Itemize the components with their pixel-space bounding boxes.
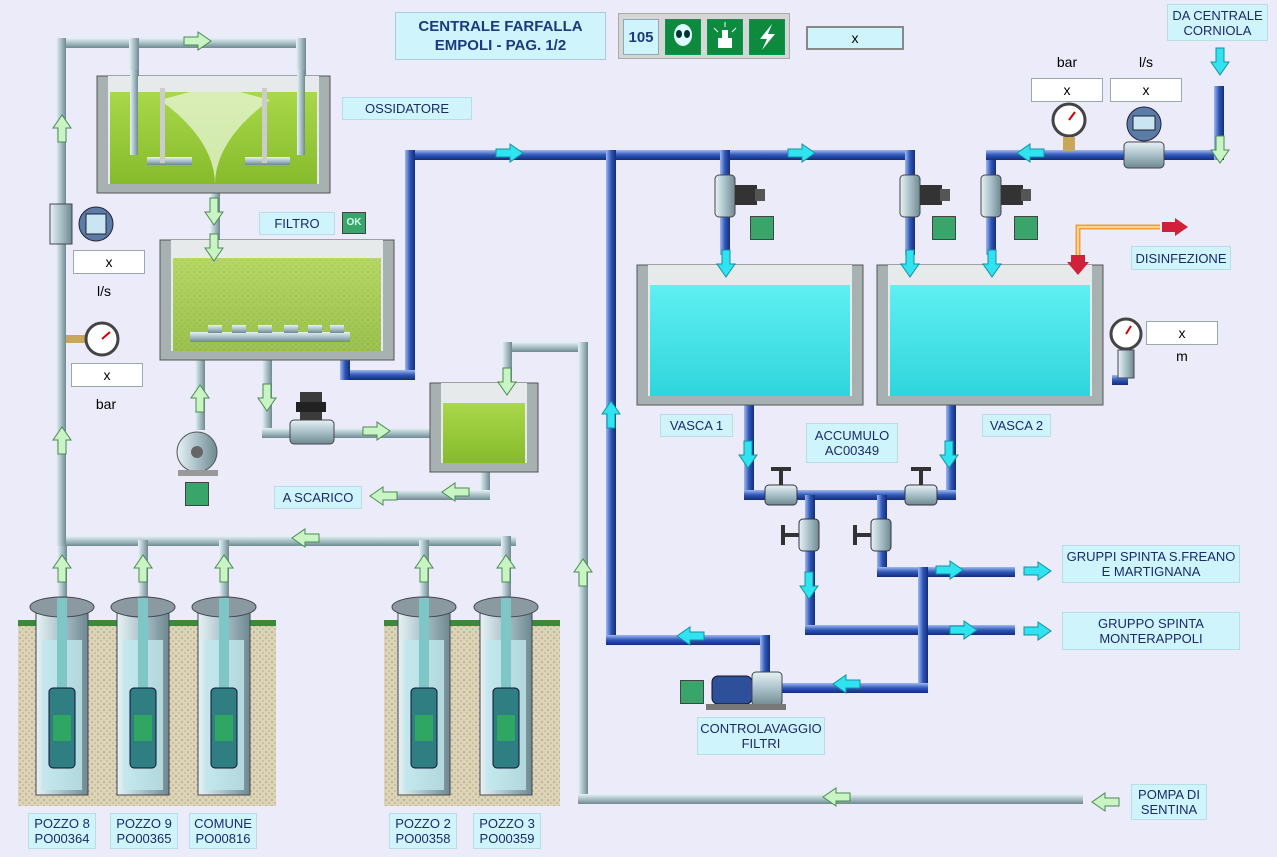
label-controlavaggio: CONTROLAVAGGIO FILTRI (697, 717, 825, 755)
sludge-tank (429, 382, 539, 473)
valve-status-2[interactable] (932, 216, 956, 240)
flow-arrow-8 (738, 440, 758, 469)
corniola-pressure-value: x (1031, 78, 1103, 102)
flow-arrow-20 (52, 426, 72, 455)
distribution-valve-4 (853, 518, 892, 552)
corniola-pressure-unit: bar (1056, 54, 1078, 70)
lightning-icon[interactable] (749, 19, 785, 55)
flow-arrow-12 (1023, 561, 1052, 581)
flow-arrow-36 (1091, 792, 1120, 812)
flow-arrow-33 (369, 486, 398, 506)
oxidizer-tank (96, 70, 331, 194)
flow-arrow-19 (52, 114, 72, 143)
label-a-scarico: A SCARICO (274, 486, 362, 509)
corniola-pressure-gauge-icon (1051, 102, 1087, 151)
flow-arrow-24 (214, 554, 234, 583)
filter-pump-status[interactable] (185, 482, 209, 506)
tank-vasca-1 (636, 264, 864, 406)
flow-arrow-23 (133, 554, 153, 583)
label-pompa-sentina: POMPA DI SENTINA (1131, 784, 1207, 820)
label-gruppo-spinta: GRUPPO SPINTA MONTERAPPOLI (1062, 612, 1240, 650)
flow-arrow-22 (52, 554, 72, 583)
well-casing-2 (110, 596, 176, 796)
filter-tank (159, 239, 395, 361)
tank-inlet-valves (714, 174, 1031, 218)
distribution-valve-2 (904, 467, 938, 506)
flow-arrow-26 (496, 554, 516, 583)
valve-status-1[interactable] (750, 216, 774, 240)
valve-status-3[interactable] (1014, 216, 1038, 240)
process-diagram (18, 31, 1230, 812)
well-casing-3 (191, 596, 257, 796)
inlet-valve-2 (899, 174, 950, 218)
backwash-pump-status[interactable] (680, 680, 704, 704)
inlet-pressure-value: x (71, 363, 143, 387)
level-gauge-icon (1109, 317, 1143, 379)
alarm-lamp-icon[interactable] (707, 19, 743, 55)
inlet-flow-value: x (73, 250, 145, 274)
inlet-pressure-unit: bar (95, 396, 117, 412)
label-ossidatore: OSSIDATORE (342, 97, 472, 120)
flow-arrow-14 (1023, 621, 1052, 641)
well-label-comune: COMUNE PO00816 (189, 813, 257, 849)
distribution-valve-3 (781, 518, 820, 552)
distribution-valve-1 (764, 467, 798, 506)
flow-arrow-37 (190, 384, 210, 413)
label-disinfezione: DISINFEZIONE (1131, 246, 1231, 270)
corniola-flow-unit: l/s (1139, 54, 1153, 70)
corniola-flow-value: x (1110, 78, 1182, 102)
flow-arrow-10 (799, 571, 819, 600)
well-label-pozzo-8: POZZO 8 PO00364 (28, 813, 96, 849)
well-label-pozzo-9: POZZO 9 PO00365 (110, 813, 178, 849)
vasca-level-value: x (1146, 321, 1218, 345)
filter-pump-icon (176, 431, 218, 476)
flow-arrow-25 (414, 554, 434, 583)
label-vasca-1: VASCA 1 (660, 414, 733, 437)
header-value: x (806, 26, 904, 50)
inlet-pressure-gauge-icon (66, 321, 120, 357)
flow-arrow-34 (573, 558, 593, 587)
label-accumulo: ACCUMULO AC00349 (806, 423, 898, 463)
vasca-level-unit: m (1176, 348, 1188, 364)
label-filtro: FILTRO (259, 212, 335, 235)
flow-arrow-13 (949, 620, 978, 640)
well-label-pozzo-2: POZZO 2 PO00358 (389, 813, 457, 849)
well-casing-4 (391, 596, 457, 796)
corniola-flowmeter-icon (1123, 106, 1165, 169)
flow-arrow-4 (1210, 47, 1230, 76)
distribution-valves (764, 467, 938, 552)
page-number-button[interactable]: 105 (623, 19, 659, 55)
backwash-pump-icon (706, 671, 786, 710)
label-gruppi-spinta: GRUPPI SPINTA S.FREANO E MARTIGNANA (1062, 545, 1240, 583)
label-da-centrale: DA CENTRALE CORNIOLA (1167, 4, 1268, 41)
well-label-pozzo-3: POZZO 3 PO00359 (473, 813, 541, 849)
well-casing-1 (29, 596, 95, 796)
flow-arrow-27 (204, 197, 224, 226)
inlet-valve-1 (714, 174, 765, 218)
well-casing-5 (473, 596, 539, 796)
inlet-flowmeter-icon (49, 203, 114, 245)
alien-icon[interactable] (665, 19, 701, 55)
filtro-ok-indicator: OK (342, 212, 366, 234)
inlet-flow-unit: l/s (97, 283, 111, 299)
toolbar: 105 (618, 13, 790, 59)
inlet-valve-3 (980, 174, 1031, 218)
label-vasca-2: VASCA 2 (982, 414, 1051, 437)
flow-arrow-17 (601, 400, 621, 429)
tank-vasca-2 (876, 264, 1104, 406)
discharge-valve-icon (289, 392, 335, 445)
page-title: CENTRALE FARFALLA EMPOLI - PAG. 1/2 (395, 12, 606, 60)
flow-arrow-29 (257, 383, 277, 412)
